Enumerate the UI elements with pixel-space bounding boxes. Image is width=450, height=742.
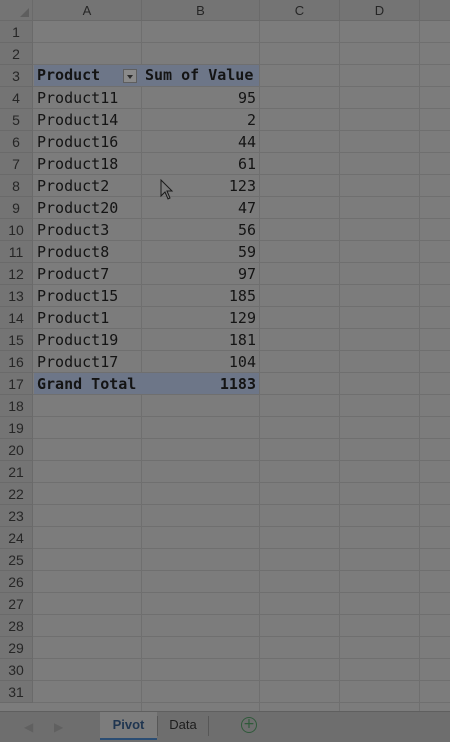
pivot-row-product[interactable]: Product15 — [34, 285, 141, 307]
spreadsheet[interactable]: A B C D 1 2 3 4 5 6 7 8 9 10 11 12 13 14 15 16 17 18 19 20 2… — [0, 0, 450, 742]
row-header-19[interactable]: 19 — [0, 417, 33, 439]
row-header-16[interactable]: 16 — [0, 351, 33, 373]
row-header-15[interactable]: 15 — [0, 329, 33, 351]
sheet-tab-bar: ◀ ▶ Pivot Data + — [0, 711, 450, 742]
pivot-row-value[interactable]: 104 — [142, 351, 259, 373]
sheet-tab-data[interactable]: Data — [159, 712, 207, 740]
grand-total-label[interactable]: Grand Total — [34, 373, 141, 395]
row-header-1[interactable]: 1 — [0, 21, 33, 43]
column-header-b[interactable]: B — [142, 0, 260, 21]
pivot-row-product[interactable]: Product16 — [34, 131, 141, 153]
row-header-21[interactable]: 21 — [0, 461, 33, 483]
pivot-row-value[interactable]: 181 — [142, 329, 259, 351]
row-header-5[interactable]: 5 — [0, 109, 33, 131]
pivot-row-value[interactable]: 61 — [142, 153, 259, 175]
row-header-12[interactable]: 12 — [0, 263, 33, 285]
row-header-18[interactable]: 18 — [0, 395, 33, 417]
row-header-20[interactable]: 20 — [0, 439, 33, 461]
add-sheet-icon[interactable]: + — [241, 717, 257, 733]
pivot-row-value[interactable]: 95 — [142, 87, 259, 109]
pivot-row-value[interactable]: 44 — [142, 131, 259, 153]
tab-scroll-right-icon[interactable]: ▶ — [54, 720, 63, 734]
row-header-3[interactable]: 3 — [0, 65, 33, 87]
pivot-row-product[interactable]: Product14 — [34, 109, 141, 131]
row-header-23[interactable]: 23 — [0, 505, 33, 527]
pivot-header-sum[interactable]: Sum of Value — [142, 64, 259, 86]
sheet-tab-pivot[interactable]: Pivot — [100, 712, 157, 740]
row-header-7[interactable]: 7 — [0, 153, 33, 175]
column-header-d[interactable]: D — [340, 0, 420, 21]
row-header-4[interactable]: 4 — [0, 87, 33, 109]
filter-dropdown-icon[interactable] — [123, 69, 137, 83]
row-header-9[interactable]: 9 — [0, 197, 33, 219]
row-header-30[interactable]: 30 — [0, 659, 33, 681]
pivot-row-product[interactable]: Product11 — [34, 87, 141, 109]
column-header-c[interactable]: C — [260, 0, 340, 21]
row-header-14[interactable]: 14 — [0, 307, 33, 329]
row-header-25[interactable]: 25 — [0, 549, 33, 571]
pivot-row-product[interactable]: Product17 — [34, 351, 141, 373]
mouse-pointer-icon — [160, 179, 174, 200]
pivot-row-product[interactable]: Product18 — [34, 153, 141, 175]
row-header-2[interactable]: 2 — [0, 43, 33, 65]
row-header-11[interactable]: 11 — [0, 241, 33, 263]
row-header-27[interactable]: 27 — [0, 593, 33, 615]
pivot-row-product[interactable]: Product3 — [34, 219, 141, 241]
row-header-31[interactable]: 31 — [0, 681, 33, 703]
pivot-row-product[interactable]: Product19 — [34, 329, 141, 351]
tab-scroll-left-icon[interactable]: ◀ — [24, 720, 33, 734]
pivot-row-value[interactable]: 59 — [142, 241, 259, 263]
column-header-e[interactable] — [420, 0, 450, 21]
row-header-28[interactable]: 28 — [0, 615, 33, 637]
row-header-17[interactable]: 17 — [0, 373, 33, 395]
pivot-row-value[interactable]: 185 — [142, 285, 259, 307]
pivot-row-product[interactable]: Product20 — [34, 197, 141, 219]
pivot-row-value[interactable]: 56 — [142, 219, 259, 241]
column-header-a[interactable]: A — [33, 0, 142, 21]
row-header-13[interactable]: 13 — [0, 285, 33, 307]
row-header-8[interactable]: 8 — [0, 175, 33, 197]
row-header-22[interactable]: 22 — [0, 483, 33, 505]
row-header-6[interactable]: 6 — [0, 131, 33, 153]
row-header-24[interactable]: 24 — [0, 527, 33, 549]
pivot-row-product[interactable]: Product2 — [34, 175, 141, 197]
pivot-row-product[interactable]: Product8 — [34, 241, 141, 263]
row-header-26[interactable]: 26 — [0, 571, 33, 593]
grand-total-value[interactable]: 1183 — [142, 373, 259, 395]
select-all-corner[interactable] — [0, 0, 33, 21]
pivot-row-product[interactable]: Product1 — [34, 307, 141, 329]
pivot-row-value[interactable]: 2 — [142, 109, 259, 131]
pivot-row-value[interactable]: 129 — [142, 307, 259, 329]
pivot-row-product[interactable]: Product7 — [34, 263, 141, 285]
row-header-29[interactable]: 29 — [0, 637, 33, 659]
pivot-row-value[interactable]: 97 — [142, 263, 259, 285]
row-header-10[interactable]: 10 — [0, 219, 33, 241]
